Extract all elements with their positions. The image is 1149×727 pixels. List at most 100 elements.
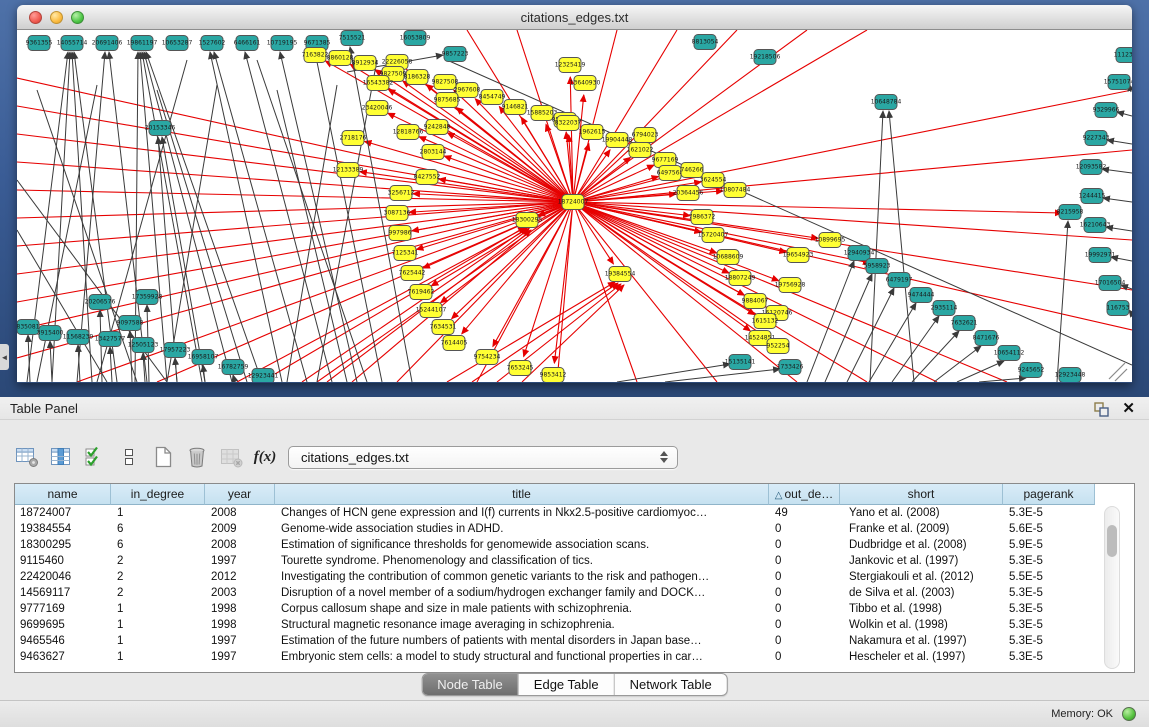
graph-node[interactable]: 15135141 (725, 355, 756, 370)
column-header-name[interactable]: name (15, 484, 111, 505)
table-vertical-scrollbar[interactable] (1104, 506, 1120, 669)
graph-node[interactable]: 19218506 (750, 50, 781, 65)
table-row[interactable]: 1938455462009Genome-wide association stu… (15, 521, 1134, 537)
select-rows-button[interactable] (82, 444, 108, 470)
graph-node[interactable]: 9245652 (1018, 363, 1045, 378)
graph-node[interactable]: 116753 (1107, 301, 1130, 316)
graph-node[interactable]: 16053809 (400, 31, 431, 46)
network-window-titlebar[interactable]: citations_edges.txt (17, 5, 1132, 30)
table-row[interactable]: 2242004622012Investigating the contribut… (15, 569, 1134, 585)
graph-node[interactable]: 7614405 (441, 336, 468, 351)
scrollbar-thumb[interactable] (1107, 525, 1117, 557)
graph-node[interactable]: 2935114 (931, 301, 958, 316)
graph-node[interactable]: 17016504 (1095, 276, 1126, 291)
graph-node[interactable]: 10899695 (815, 233, 846, 248)
graph-node[interactable]: 17957223 (160, 343, 191, 358)
graph-node[interactable]: 2803144 (420, 145, 447, 160)
tab-edge-table[interactable]: Edge Table (518, 674, 614, 695)
graph-node[interactable]: 19384554 (605, 267, 636, 282)
delete-table-disabled-button[interactable] (218, 444, 244, 470)
graph-node[interactable]: 10807484 (720, 183, 751, 198)
close-traffic-button[interactable] (29, 11, 42, 24)
graph-node[interactable]: 9361355 (26, 36, 53, 51)
function-builder-button[interactable]: f(x) (252, 444, 278, 470)
graph-node[interactable]: 12818766 (393, 125, 424, 140)
graph-node[interactable]: 7163822 (302, 48, 329, 63)
graph-node[interactable]: 8427552 (414, 170, 441, 185)
graph-node[interactable]: 18724007 (558, 195, 589, 210)
graph-node[interactable]: 9754234 (474, 350, 501, 365)
graph-node[interactable]: 8322037 (555, 116, 582, 131)
graph-node[interactable]: 20206576 (85, 295, 116, 310)
graph-node[interactable]: 15720407 (698, 228, 729, 243)
graph-node[interactable]: 5958923 (864, 259, 891, 274)
graph-node[interactable]: 7653245 (507, 361, 534, 376)
graph-node[interactable]: 9875685 (434, 93, 461, 108)
float-window-icon[interactable] (1093, 401, 1109, 417)
graph-node[interactable]: 19756928 (775, 278, 806, 293)
graph-node[interactable]: 9884067 (742, 294, 769, 309)
graph-node[interactable]: 8471676 (973, 331, 1000, 346)
graph-node[interactable]: 13640930 (570, 76, 601, 91)
graph-node[interactable]: 6497568 (657, 166, 684, 181)
graph-node[interactable]: 1244415 (1079, 189, 1106, 204)
graph-node[interactable]: 8860128 (327, 51, 354, 66)
graph-node[interactable]: 12923448 (1055, 368, 1086, 383)
graph-node[interactable]: 20691406 (92, 36, 123, 51)
graph-node[interactable]: 11568239 (63, 330, 94, 345)
table-row[interactable]: 946554611997Estimation of the future num… (15, 633, 1134, 649)
graph-node[interactable]: 18300295 (512, 213, 543, 228)
graph-node[interactable]: 10654112 (994, 346, 1025, 361)
graph-node[interactable]: 13427577 (95, 332, 126, 347)
graph-node[interactable]: 7625442 (399, 266, 426, 281)
graph-node[interactable]: 6794023 (632, 128, 659, 143)
graph-node[interactable]: 3087136 (384, 206, 411, 221)
select-column-button[interactable] (48, 444, 74, 470)
graph-node[interactable]: 9242848 (424, 120, 451, 135)
graph-node[interactable]: 12093582 (1076, 160, 1107, 175)
graph-node[interactable]: 10653287 (162, 36, 193, 51)
table-select-dropdown[interactable]: citations_edges.txt (288, 446, 678, 469)
graph-node[interactable]: 9474444 (908, 288, 935, 303)
row-height-button[interactable] (116, 444, 142, 470)
graph-node[interactable]: 7634531 (430, 320, 457, 335)
graph-node[interactable]: 16782759 (218, 360, 249, 375)
graph-node[interactable]: 8912934 (352, 56, 379, 71)
table-row[interactable]: 946362711997Embryonic stem cells: a mode… (15, 649, 1134, 665)
table-row[interactable]: 969969511998Structural magnetic resonanc… (15, 617, 1134, 633)
panel-collapse-handle[interactable]: ◄ (0, 344, 9, 370)
graph-node[interactable]: 7125341 (392, 246, 419, 261)
graph-node[interactable]: 15751074 (1104, 75, 1132, 90)
graph-node[interactable]: 9227343 (1083, 131, 1110, 146)
tab-node-table[interactable]: Node Table (422, 674, 518, 695)
table-row[interactable]: 1872400712008Changes of HCN gene express… (15, 505, 1134, 521)
graph-node[interactable]: 14055714 (57, 36, 88, 51)
graph-node[interactable]: 746266 (681, 163, 704, 178)
graph-node[interactable]: 1733426 (777, 360, 804, 375)
graph-node[interactable]: 7632621 (951, 316, 978, 331)
graph-node[interactable]: 19861197 (127, 36, 158, 51)
table-row[interactable]: 911546021997Tourette syndrome. Phenomeno… (15, 553, 1134, 569)
graph-node[interactable]: 17359928 (132, 290, 163, 305)
column-header-out-de-[interactable]: △out_de… (769, 484, 840, 505)
graph-node[interactable]: 12325419 (555, 58, 586, 73)
table-settings-button[interactable] (14, 444, 40, 470)
new-document-button[interactable] (150, 444, 176, 470)
graph-node[interactable]: 9146821 (502, 100, 529, 115)
graph-node[interactable]: 6466161 (234, 36, 261, 51)
graph-node[interactable]: 12923441 (248, 369, 279, 383)
table-row[interactable]: 1456911722003Disruption of a novel membe… (15, 585, 1134, 601)
graph-node[interactable]: 23420046 (362, 101, 393, 116)
graph-node[interactable]: 1527602 (199, 36, 226, 51)
graph-node[interactable]: 10719195 (267, 36, 298, 51)
graph-node[interactable]: 8454749 (479, 90, 506, 105)
graph-node[interactable]: 16958107 (188, 350, 219, 365)
graph-node[interactable]: 16210643 (1080, 218, 1111, 233)
graph-node[interactable]: 12133389 (333, 163, 364, 178)
graph-node[interactable]: 8215958 (1057, 205, 1084, 220)
graph-node[interactable]: 19992971 (1085, 248, 1116, 263)
graph-node[interactable]: 8813054 (692, 35, 719, 50)
graph-node[interactable]: 1615132 (752, 314, 779, 329)
column-header-pagerank[interactable]: pagerank (1003, 484, 1095, 505)
graph-node[interactable]: 997986 (389, 226, 412, 241)
